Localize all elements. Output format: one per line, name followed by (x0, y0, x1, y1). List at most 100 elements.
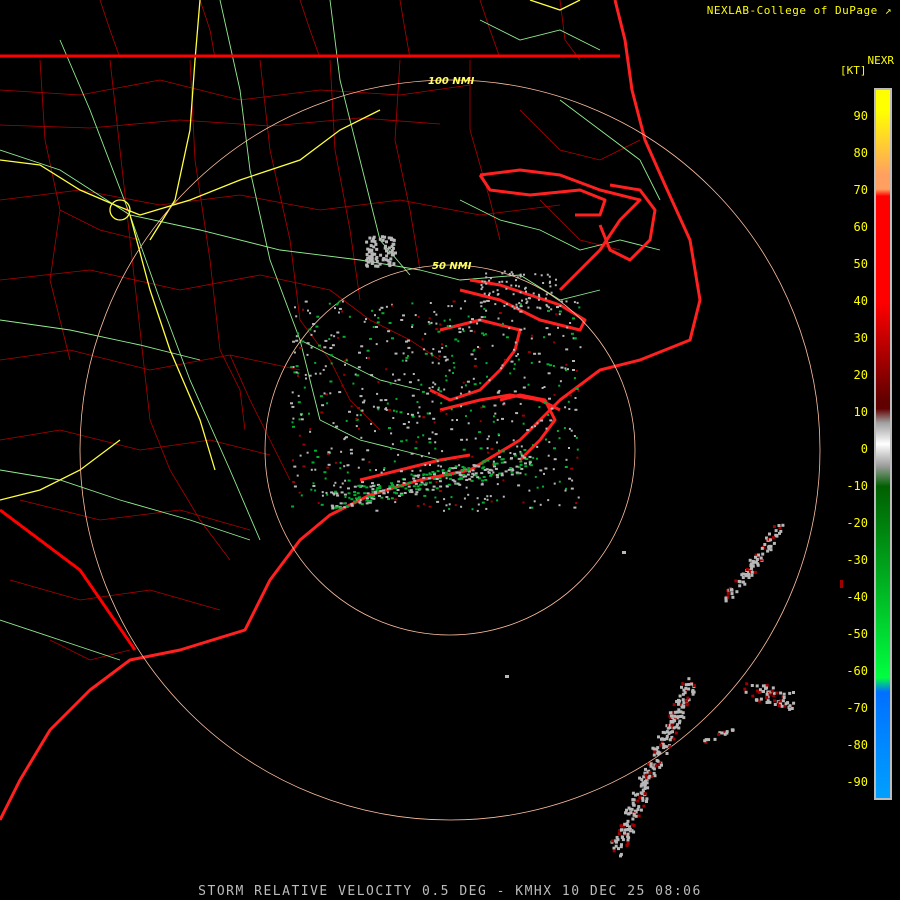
echo-pixel (574, 397, 577, 399)
echo-pixel (344, 496, 347, 498)
echo-pixel (432, 348, 435, 351)
echo-pixel (415, 488, 419, 491)
echo-pixel (480, 316, 484, 319)
echo-pixel (380, 471, 383, 474)
echo-pixel (422, 434, 425, 437)
offshore-echo (668, 738, 672, 742)
legend-tick-label: 90 (853, 109, 868, 123)
echo-pixel (325, 491, 328, 494)
legend-tick-label: -50 (846, 627, 868, 641)
echo-pixel (400, 319, 404, 321)
echo-pixel (559, 380, 562, 383)
echo-pixel (428, 322, 431, 325)
echo-pixel (553, 458, 557, 461)
echo-pixel (343, 373, 346, 376)
echo-pixel (411, 326, 414, 328)
echo-pixel (509, 452, 512, 454)
echo-pixel (318, 344, 321, 347)
echo-pixel (450, 428, 454, 431)
echo-pixel (310, 333, 313, 336)
echo-pixel (568, 477, 572, 480)
offshore-echo (730, 592, 734, 596)
echo-pixel (462, 328, 464, 331)
offshore-echo (637, 805, 641, 809)
echo-pixel (479, 301, 483, 304)
echo-pixel (313, 330, 316, 333)
echo-pixel (486, 498, 489, 501)
offshore-echo (623, 831, 626, 835)
echo-pixel (503, 270, 506, 273)
echo-pixel (383, 235, 387, 239)
offshore-echo (644, 773, 648, 777)
offshore-echo (753, 570, 757, 574)
echo-pixel (322, 368, 325, 371)
echo-pixel (388, 322, 392, 324)
echo-pixel (512, 439, 515, 442)
echo-pixel (389, 382, 392, 385)
echo-pixel (357, 407, 360, 409)
echo-pixel (481, 280, 484, 283)
echo-pixel (435, 487, 439, 490)
echo-pixel (340, 491, 344, 494)
echo-pixel (357, 466, 360, 469)
echo-pixel (518, 302, 521, 305)
offshore-echo (653, 750, 657, 754)
echo-pixel (524, 465, 528, 468)
echo-pixel (528, 489, 531, 492)
echo-pixel (558, 313, 561, 316)
echo-pixel (389, 257, 393, 261)
echo-pixel (471, 455, 474, 458)
echo-pixel (365, 258, 369, 262)
echo-pixel (468, 326, 471, 329)
echo-pixel (444, 359, 447, 362)
echo-pixel (368, 255, 372, 259)
echo-pixel (564, 367, 567, 370)
echo-pixel (509, 372, 512, 375)
echo-pixel (371, 309, 374, 312)
echo-pixel (538, 406, 541, 409)
offshore-echo (741, 572, 745, 576)
echo-pixel (490, 448, 494, 450)
echo-pixel (400, 440, 404, 443)
echo-pixel (471, 318, 474, 321)
echo-pixel (291, 421, 294, 424)
echo-pixel (526, 429, 530, 431)
echo-pixel (422, 476, 426, 479)
echo-pixel (479, 447, 483, 450)
echo-pixel (483, 307, 486, 310)
echo-pixel (568, 447, 570, 449)
offshore-echo (754, 560, 758, 564)
offshore-echo (675, 723, 679, 727)
offshore-echo (622, 551, 626, 554)
offshore-echo (686, 696, 690, 700)
echo-pixel (334, 461, 337, 464)
echo-pixel (460, 438, 464, 441)
echo-pixel (397, 378, 401, 381)
echo-pixel (331, 507, 335, 510)
legend-tick-label: 20 (853, 368, 868, 382)
echo-pixel (525, 290, 527, 293)
echo-pixel (323, 392, 326, 395)
echo-pixel (519, 460, 523, 463)
echo-pixel (434, 441, 437, 444)
offshore-echo (764, 686, 767, 690)
echo-pixel (438, 490, 442, 492)
echo-pixel (441, 346, 444, 349)
echo-pixel (485, 507, 488, 510)
echo-pixel (548, 281, 551, 284)
echo-pixel (468, 390, 471, 393)
offshore-echo (677, 698, 680, 702)
echo-pixel (403, 492, 407, 494)
echo-pixel (388, 487, 392, 490)
offshore-echo (792, 701, 796, 705)
legend-tick-label: 0 (860, 442, 868, 456)
echo-pixel (356, 414, 359, 417)
echo-pixel (485, 362, 488, 365)
echo-pixel (501, 450, 505, 453)
echo-pixel (482, 476, 486, 478)
echo-pixel (294, 306, 296, 309)
echo-pixel (428, 437, 432, 440)
echo-pixel (486, 447, 489, 450)
echo-pixel (424, 482, 428, 485)
echo-pixel (415, 440, 418, 443)
